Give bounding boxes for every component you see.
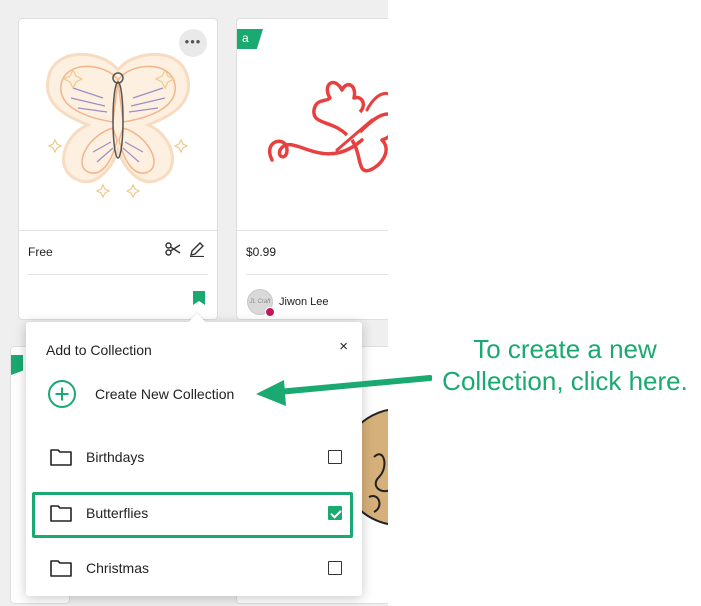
project-price: Free — [28, 245, 53, 259]
folder-icon — [50, 560, 72, 577]
project-card[interactable]: a $0.99 JL Craft Jiwon Lee — [236, 18, 388, 320]
pen-icon — [190, 242, 204, 257]
add-to-collection-popup: Add to Collection × Create New Collectio… — [26, 313, 362, 596]
designer-avatar-text: JL Craft — [249, 299, 271, 305]
collection-checkbox[interactable] — [328, 450, 342, 464]
annotation-callout: To create a new Collection, click here. — [420, 333, 701, 397]
collection-label: Christmas — [86, 560, 150, 576]
card-divider — [28, 274, 208, 275]
butterfly-sticker-image — [46, 52, 190, 198]
popup-title: Add to Collection — [46, 342, 152, 358]
access-tag-label: a — [242, 31, 249, 45]
butterfly-line-image — [267, 80, 388, 172]
arrow-annotation — [256, 375, 432, 406]
create-new-collection-button[interactable]: Create New Collection — [48, 380, 234, 408]
bookmark-icon[interactable] — [193, 291, 205, 305]
designer-info[interactable]: JL Craft Jiwon Lee — [247, 289, 329, 317]
annotation-line-2: Collection, click here. — [442, 366, 688, 396]
annotation-line-1: To create a new — [473, 334, 657, 364]
designer-name: Jiwon Lee — [279, 296, 329, 308]
card-tools — [165, 241, 205, 257]
project-card[interactable]: ••• Free — [18, 18, 218, 320]
collection-item-birthdays[interactable]: Birthdays — [50, 442, 342, 472]
designer-badge — [265, 307, 275, 317]
collection-label: Birthdays — [86, 449, 145, 465]
folder-icon — [50, 505, 72, 522]
collection-checkbox[interactable] — [328, 506, 342, 520]
access-tag — [11, 355, 23, 375]
close-button[interactable]: × — [339, 338, 348, 355]
card-divider — [246, 274, 388, 275]
create-new-collection-label: Create New Collection — [95, 386, 235, 402]
collection-checkbox[interactable] — [328, 561, 342, 575]
collection-label: Butterflies — [86, 505, 149, 521]
designer-avatar: JL Craft — [247, 289, 275, 317]
project-thumbnail[interactable] — [237, 19, 388, 231]
project-price: $0.99 — [246, 245, 277, 259]
collection-item-butterflies[interactable]: Butterflies — [50, 498, 342, 528]
more-options-button[interactable]: ••• — [179, 29, 207, 57]
scissors-icon — [165, 242, 181, 256]
collection-item-christmas[interactable]: Christmas — [50, 553, 342, 583]
plus-circle-icon — [48, 380, 76, 408]
folder-icon — [50, 449, 72, 466]
